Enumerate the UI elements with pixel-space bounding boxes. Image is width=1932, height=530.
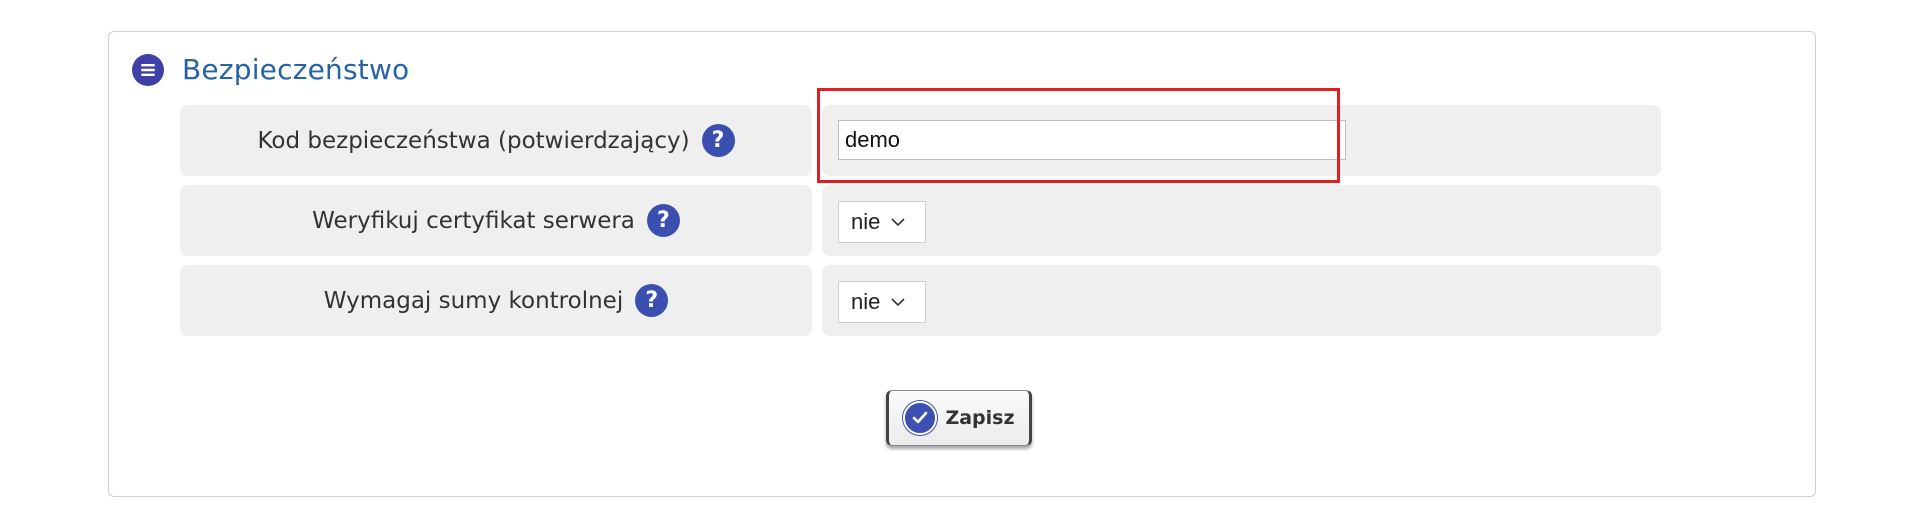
section-header: Bezpieczeństwo: [132, 54, 409, 86]
save-button[interactable]: Zapisz: [886, 390, 1032, 446]
security-code-label: Kod bezpieczeństwa (potwierdzający): [257, 127, 690, 154]
require-checksum-value-cell: nie: [822, 265, 1661, 336]
verify-certificate-select[interactable]: nie: [838, 201, 926, 243]
security-code-input[interactable]: [838, 120, 1346, 160]
verify-certificate-label: Weryfikuj certyfikat serwera: [312, 207, 635, 234]
security-code-value-cell: [822, 105, 1661, 176]
verify-certificate-value: nie: [851, 209, 881, 234]
require-checksum-row: Wymagaj sumy kontrolnej ? nie: [180, 265, 1661, 336]
question-icon[interactable]: ?: [701, 124, 735, 157]
verify-certificate-label-cell: Weryfikuj certyfikat serwera ?: [180, 185, 812, 256]
question-icon[interactable]: ?: [646, 204, 680, 237]
require-checksum-label: Wymagaj sumy kontrolnej: [323, 287, 624, 314]
verify-certificate-row: Weryfikuj certyfikat serwera ? nie: [180, 185, 1661, 256]
verify-certificate-value-cell: nie: [822, 185, 1661, 256]
require-checksum-value: nie: [851, 289, 881, 314]
security-code-label-cell: Kod bezpieczeństwa (potwierdzający) ?: [180, 105, 812, 176]
section-title: Bezpieczeństwo: [182, 53, 410, 86]
chevron-down-icon: [891, 218, 905, 227]
save-button-label: Zapisz: [945, 407, 1015, 429]
chevron-down-icon: [891, 298, 905, 307]
require-checksum-select[interactable]: nie: [838, 281, 926, 323]
menu-icon[interactable]: [132, 54, 164, 86]
question-icon[interactable]: ?: [635, 284, 669, 317]
check-icon: [903, 401, 938, 435]
security-code-row: Kod bezpieczeństwa (potwierdzający) ?: [180, 105, 1661, 176]
require-checksum-label-cell: Wymagaj sumy kontrolnej ?: [180, 265, 812, 336]
